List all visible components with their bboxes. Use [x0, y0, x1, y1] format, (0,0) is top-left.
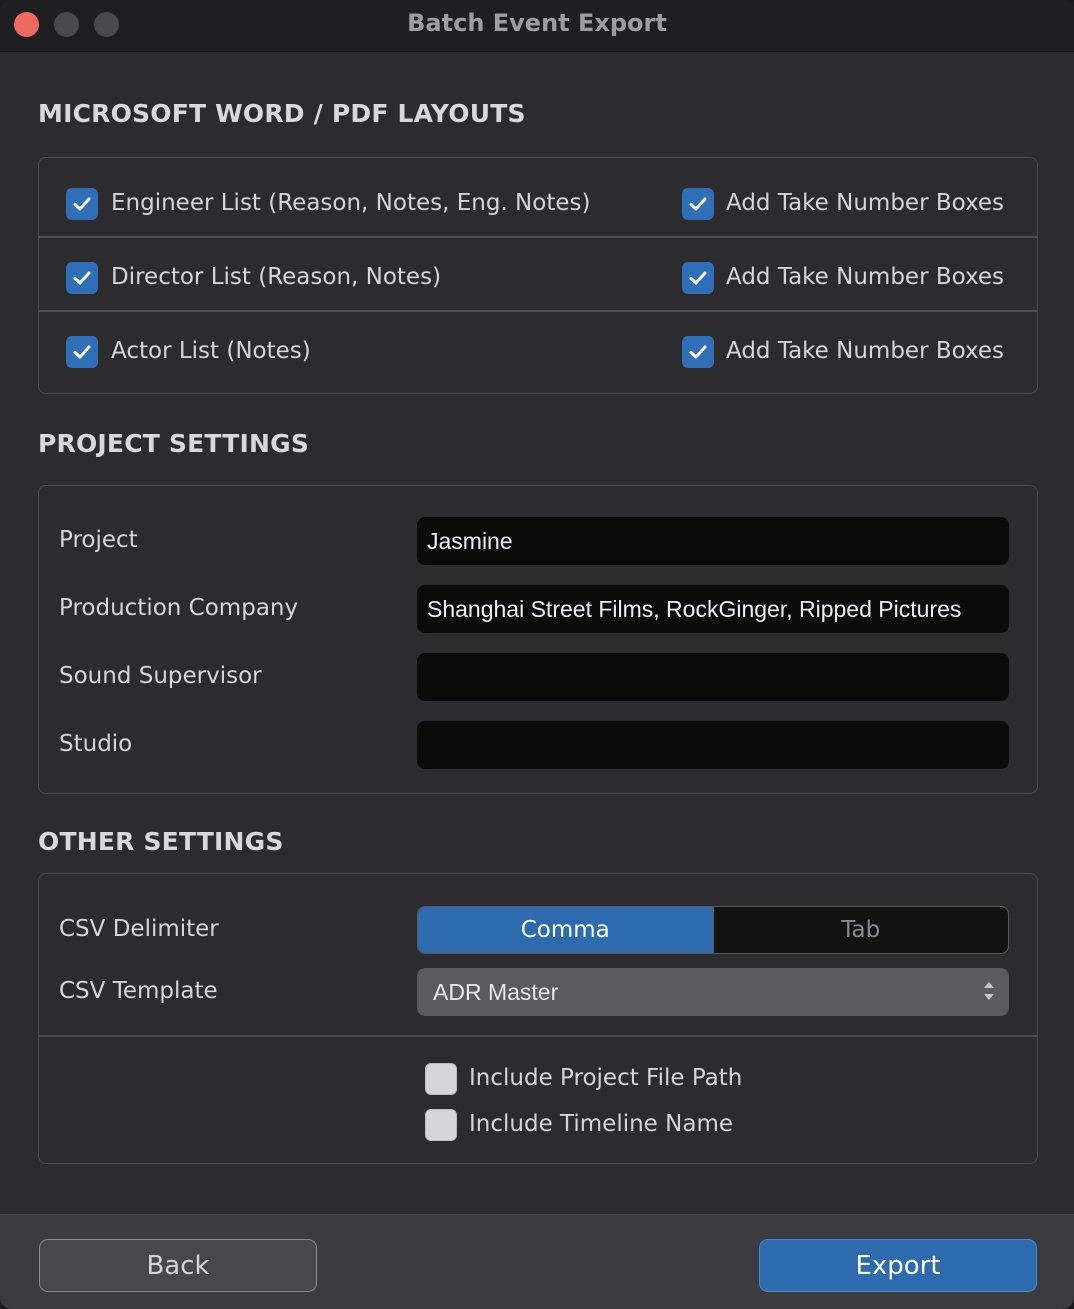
- actor-list-label: Actor List (Notes): [111, 338, 311, 364]
- bottom-action-bar: Back Export: [0, 1214, 1074, 1309]
- checkmark-icon: [689, 345, 707, 359]
- layout-row-actor: Actor List (Notes) Add Take Number Boxes: [39, 333, 1037, 373]
- project-settings-panel: Project Production Company Sound Supervi…: [38, 485, 1038, 794]
- title-bar: Batch Event Export: [0, 0, 1074, 52]
- checkmark-icon: [73, 197, 91, 211]
- layout-row-director: Director List (Reason, Notes) Add Take N…: [39, 259, 1037, 299]
- include-project-file-path-label: Include Project File Path: [469, 1065, 743, 1091]
- actor-list-checkbox[interactable]: [66, 336, 98, 368]
- other-settings-panel: CSV Delimiter Comma Tab CSV Template ADR…: [38, 873, 1038, 1164]
- csv-delimiter-label: CSV Delimiter: [59, 916, 219, 942]
- actor-take-number-checkbox[interactable]: [682, 336, 714, 368]
- layout-row-engineer: Engineer List (Reason, Notes, Eng. Notes…: [39, 185, 1037, 225]
- delimiter-option-comma[interactable]: Comma: [418, 907, 714, 953]
- up-down-chevron-icon: [984, 982, 994, 1000]
- section-title-layouts: MICROSOFT WORD / PDF LAYOUTS: [38, 99, 526, 128]
- studio-input[interactable]: [417, 721, 1009, 769]
- director-list-checkbox[interactable]: [66, 262, 98, 294]
- include-timeline-name-checkbox[interactable]: [425, 1109, 457, 1141]
- window-title: Batch Event Export: [407, 9, 667, 37]
- engineer-list-checkbox[interactable]: [66, 188, 98, 220]
- include-project-file-path-checkbox[interactable]: [425, 1063, 457, 1095]
- batch-event-export-window: Batch Event Export MICROSOFT WORD / PDF …: [0, 0, 1074, 1309]
- director-list-label: Director List (Reason, Notes): [111, 264, 442, 290]
- back-button[interactable]: Back: [39, 1239, 317, 1292]
- actor-take-number-label: Add Take Number Boxes: [726, 338, 1005, 364]
- sound-supervisor-label: Sound Supervisor: [59, 663, 262, 689]
- production-company-label: Production Company: [59, 595, 299, 621]
- csv-template-value: ADR Master: [433, 978, 559, 1005]
- csv-delimiter-segmented-control: Comma Tab: [417, 906, 1009, 954]
- studio-label: Studio: [59, 731, 133, 757]
- engineer-take-number-label: Add Take Number Boxes: [726, 190, 1005, 216]
- sound-supervisor-input[interactable]: [417, 653, 1009, 701]
- checkmark-icon: [73, 345, 91, 359]
- director-take-number-label: Add Take Number Boxes: [726, 264, 1005, 290]
- project-input[interactable]: [417, 517, 1009, 565]
- delimiter-option-tab[interactable]: Tab: [714, 907, 1009, 953]
- csv-template-select[interactable]: ADR Master: [417, 968, 1009, 1016]
- project-label: Project: [59, 527, 138, 553]
- checkmark-icon: [689, 271, 707, 285]
- checkmark-icon: [689, 197, 707, 211]
- row-divider: [39, 236, 1037, 238]
- section-title-project: PROJECT SETTINGS: [38, 429, 310, 458]
- include-timeline-name-label: Include Timeline Name: [469, 1111, 733, 1137]
- layouts-panel: Engineer List (Reason, Notes, Eng. Notes…: [38, 157, 1038, 394]
- engineer-list-label: Engineer List (Reason, Notes, Eng. Notes…: [111, 190, 591, 216]
- csv-template-label: CSV Template: [59, 978, 218, 1004]
- row-divider: [39, 1035, 1037, 1037]
- section-title-other: OTHER SETTINGS: [38, 827, 284, 856]
- export-button[interactable]: Export: [759, 1239, 1037, 1292]
- production-company-input[interactable]: [417, 585, 1009, 633]
- row-divider: [39, 310, 1037, 312]
- engineer-take-number-checkbox[interactable]: [682, 188, 714, 220]
- checkmark-icon: [73, 271, 91, 285]
- director-take-number-checkbox[interactable]: [682, 262, 714, 294]
